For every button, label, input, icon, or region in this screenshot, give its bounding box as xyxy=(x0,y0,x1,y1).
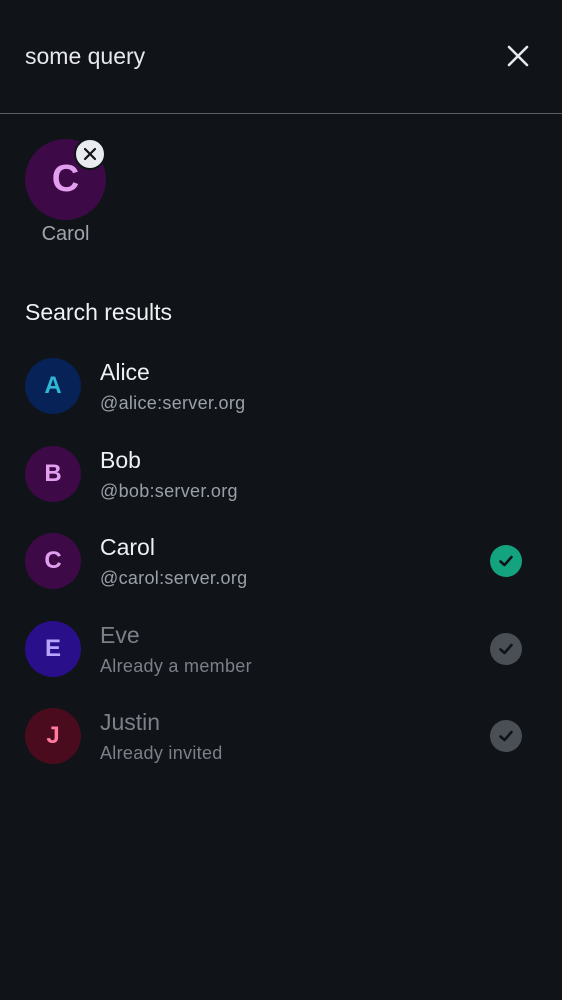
checkmark-icon xyxy=(490,545,522,577)
user-subtitle: Already a member xyxy=(100,655,252,676)
remove-selected-button[interactable] xyxy=(74,138,106,170)
user-subtitle: Already invited xyxy=(100,743,223,763)
close-search-button[interactable] xyxy=(500,38,536,74)
list-item[interactable]: B Bob @bob:server.org xyxy=(0,430,562,518)
user-subtitle: @alice:server.org xyxy=(100,393,246,413)
search-bar: some query xyxy=(0,0,562,113)
avatar: E xyxy=(25,620,81,677)
section-title: Search results xyxy=(25,299,173,325)
close-icon xyxy=(507,45,529,67)
selected-user-name: Carol xyxy=(41,223,90,245)
user-subtitle: @bob:server.org xyxy=(100,480,238,501)
user-name: Justin xyxy=(100,709,161,735)
user-name: Alice xyxy=(100,359,150,385)
list-item[interactable]: A Alice @alice:server.org xyxy=(0,342,562,430)
checkmark-icon xyxy=(490,632,522,665)
selected-user-chip[interactable]: C Carol xyxy=(25,138,107,249)
list-item[interactable]: C Carol @carol:server.org xyxy=(0,517,562,605)
avatar: J xyxy=(25,708,81,764)
close-small-icon xyxy=(83,147,97,161)
search-results-list: A Alice @alice:server.org B Bob @bob:server.o… xyxy=(0,342,562,780)
search-query-input[interactable]: some query xyxy=(25,40,145,72)
list-item: J Justin Already invited xyxy=(0,692,562,780)
checkmark-icon xyxy=(490,720,522,752)
user-subtitle: @carol:server.org xyxy=(100,568,248,588)
avatar: A xyxy=(25,358,81,414)
list-item: E Eve Already a member xyxy=(0,605,562,693)
divider xyxy=(0,113,562,114)
user-name: Eve xyxy=(100,621,140,648)
user-name: Bob xyxy=(100,446,141,473)
user-name: Carol xyxy=(100,534,155,560)
avatar: C xyxy=(25,533,81,589)
avatar: B xyxy=(25,445,81,502)
